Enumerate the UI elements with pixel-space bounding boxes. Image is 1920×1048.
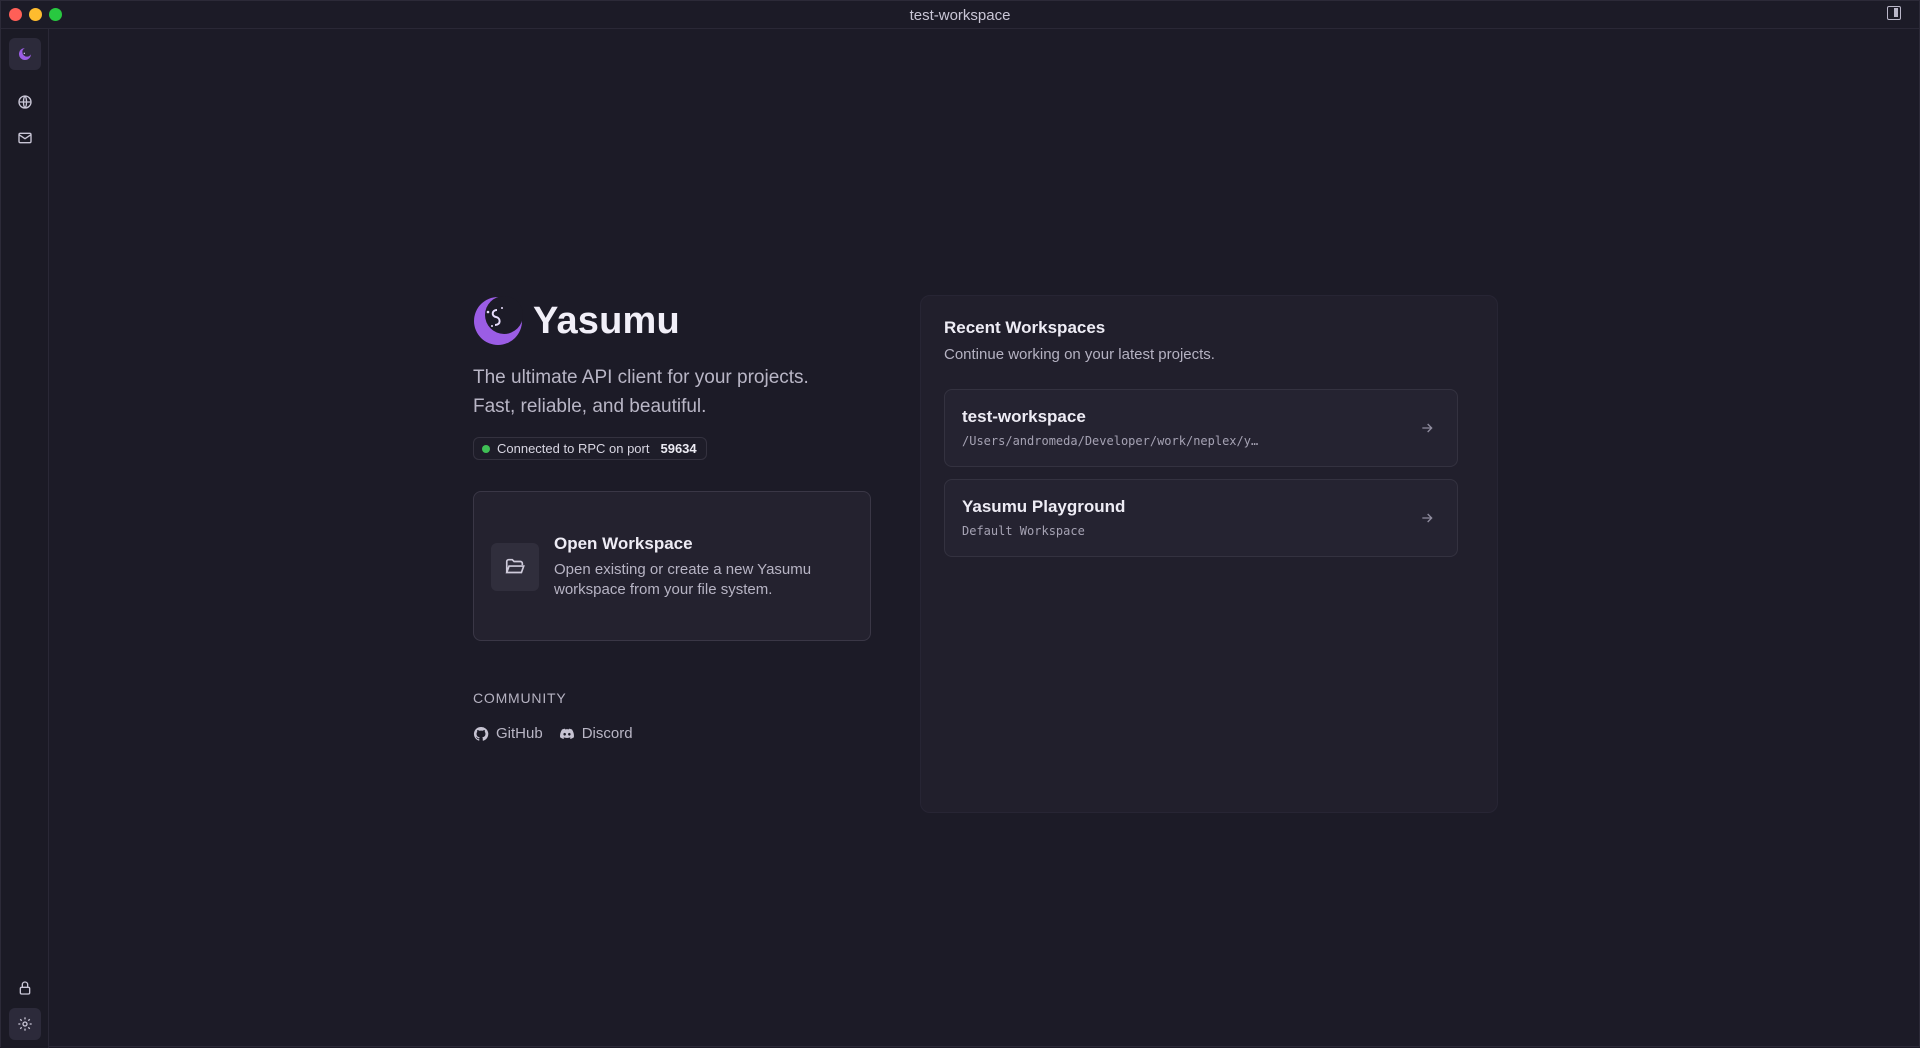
- welcome-section: Yasumu The ultimate API client for your …: [473, 291, 873, 742]
- workspace-path: Default Workspace: [962, 524, 1085, 538]
- tagline: The ultimate API client for your project…: [473, 363, 873, 421]
- status-dot-icon: [482, 444, 490, 453]
- rpc-port: 59634: [660, 441, 697, 456]
- tagline-line-1: The ultimate API client for your project…: [473, 367, 809, 388]
- tagline-line-2: Fast, reliable, and beautiful.: [473, 396, 707, 417]
- community-label: COMMUNITY: [473, 690, 567, 706]
- activity-rail: [1, 29, 49, 1048]
- window-title: test-workspace: [909, 7, 1011, 24]
- app-window: test-workspace Yasumu The ultimate API c…: [0, 0, 1920, 1048]
- workspace-name: test-workspace: [962, 407, 1086, 426]
- open-workspace-description: Open existing or create a new Yasumu wor…: [554, 561, 812, 598]
- folder-open-icon: [505, 558, 525, 574]
- gear-icon: [18, 1017, 32, 1031]
- community-links: GitHub Discord: [473, 725, 649, 742]
- workspace-path: /Users/andromeda/Developer/work/neplex/y…: [962, 434, 1259, 448]
- rail-globe-button[interactable]: [9, 86, 41, 118]
- arrow-right-icon: [1422, 423, 1433, 433]
- rail-settings-button[interactable]: [9, 1008, 41, 1040]
- github-link-label: GitHub: [496, 725, 543, 742]
- rail-lock-button[interactable]: [9, 972, 41, 1004]
- lock-icon: [19, 981, 31, 995]
- github-link[interactable]: GitHub: [473, 725, 543, 742]
- globe-icon: [18, 95, 32, 109]
- brand: Yasumu: [473, 291, 873, 351]
- discord-link-label: Discord: [581, 725, 633, 742]
- yasumu-logo-icon: [474, 296, 523, 345]
- recent-workspaces-title: Recent Workspaces: [944, 318, 1106, 337]
- mail-icon: [18, 132, 32, 144]
- workspace-item-test-workspace[interactable]: test-workspace /Users/andromeda/Develope…: [944, 389, 1458, 467]
- title-bar: test-workspace: [1, 1, 1919, 29]
- recent-workspaces-panel: Recent Workspaces Continue working on yo…: [920, 295, 1498, 813]
- brand-name: Yasumu: [533, 299, 680, 342]
- rpc-status-badge: Connected to RPC on port 59634: [473, 437, 707, 460]
- discord-link[interactable]: Discord: [559, 725, 633, 742]
- workspace-item-yasumu-playground[interactable]: Yasumu Playground Default Workspace: [944, 479, 1458, 557]
- discord-icon: [559, 728, 574, 739]
- recent-workspaces-subtitle: Continue working on your latest projects…: [944, 346, 1215, 363]
- open-workspace-card[interactable]: Open Workspace Open existing or create a…: [473, 491, 871, 641]
- open-workspace-title: Open Workspace: [554, 534, 693, 553]
- sidebar-toggle-icon[interactable]: [1887, 6, 1901, 20]
- arrow-right-icon: [1422, 513, 1433, 523]
- yasumu-logo-icon: [19, 47, 32, 60]
- folder-icon-box: [491, 543, 539, 591]
- rpc-status-text: Connected to RPC on port: [497, 441, 650, 456]
- rail-mail-button[interactable]: [9, 122, 41, 154]
- workspace-name: Yasumu Playground: [962, 497, 1126, 516]
- rail-home-button[interactable]: [9, 38, 41, 70]
- github-icon: [473, 726, 489, 741]
